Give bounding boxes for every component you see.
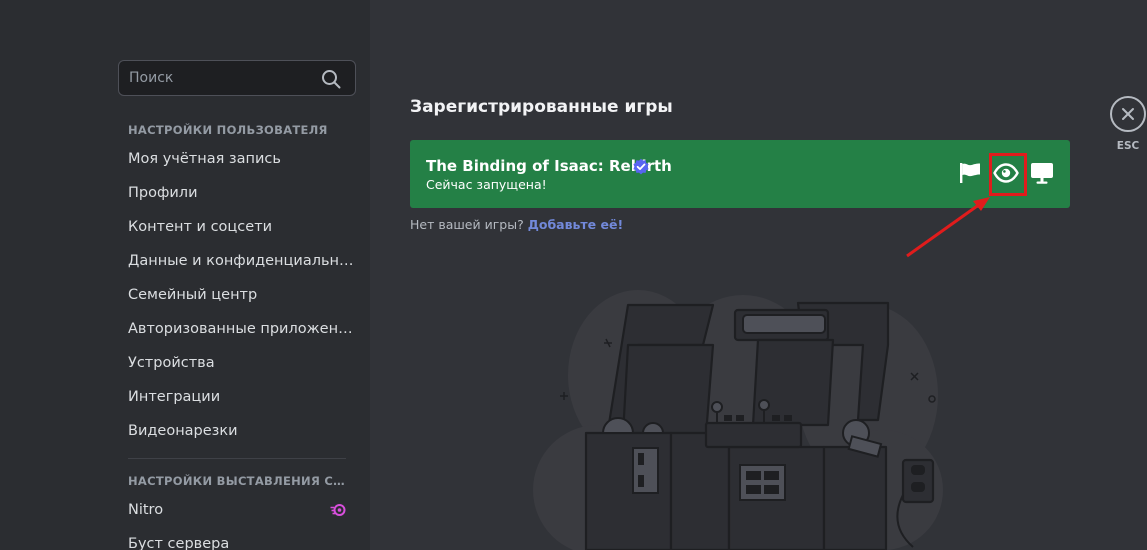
settings-sidebar: НАСТРОЙКИ ПОЛЬЗОВАТЕЛЯ Моя учётная запис…: [0, 0, 370, 550]
sidebar-item-integrations[interactable]: Интеграции: [118, 381, 356, 413]
sidebar-item-data-privacy[interactable]: Данные и конфиденциально...: [118, 245, 356, 277]
nitro-icon: [330, 504, 346, 516]
add-game-hint: Нет вашей игры? Добавьте её!: [410, 217, 623, 232]
sidebar-item-devices[interactable]: Устройства: [118, 347, 356, 379]
search-icon[interactable]: [321, 69, 341, 89]
sidebar-item-profiles[interactable]: Профили: [118, 177, 356, 209]
sidebar-item-label: Nitro: [128, 502, 164, 518]
esc-label: ESC: [1116, 140, 1140, 152]
sidebar-item-my-account[interactable]: Моя учётная запись: [118, 143, 356, 175]
search-input[interactable]: [119, 61, 319, 95]
registered-game-card: The Binding of Isaac: Rebirth Сейчас зап…: [410, 140, 1070, 208]
game-status: Сейчас запущена!: [426, 177, 547, 192]
sidebar-item-authorized-apps[interactable]: Авторизованные приложения: [118, 313, 356, 345]
search-box[interactable]: [118, 60, 356, 96]
sidebar-item-nitro[interactable]: Nitro: [118, 494, 356, 526]
sidebar-item-family-center[interactable]: Семейный центр: [118, 279, 356, 311]
billing-settings-header: НАСТРОЙКИ ВЫСТАВЛЕНИЯ СЧЕТ...: [128, 474, 348, 488]
verified-badge-icon: [633, 158, 649, 175]
sidebar-item-content-social[interactable]: Контент и соцсети: [118, 211, 356, 243]
sidebar-item-clips[interactable]: Видеонарезки: [118, 415, 356, 447]
sidebar-item-server-boost[interactable]: Буст сервера: [118, 528, 356, 550]
close-icon: [1122, 108, 1134, 120]
user-settings-header: НАСТРОЙКИ ПОЛЬЗОВАТЕЛЯ: [128, 123, 328, 137]
annotation-highlight-box: [989, 153, 1027, 196]
close-button[interactable]: [1110, 96, 1146, 132]
arcade-illustration: [533, 290, 943, 550]
flag-icon[interactable]: [957, 160, 983, 186]
hint-text: Нет вашей игры?: [410, 217, 524, 232]
monitor-icon[interactable]: [1029, 160, 1055, 186]
page-title: Зарегистрированные игры: [410, 97, 673, 117]
sidebar-divider: [128, 458, 346, 459]
add-game-link[interactable]: Добавьте её!: [528, 217, 623, 232]
